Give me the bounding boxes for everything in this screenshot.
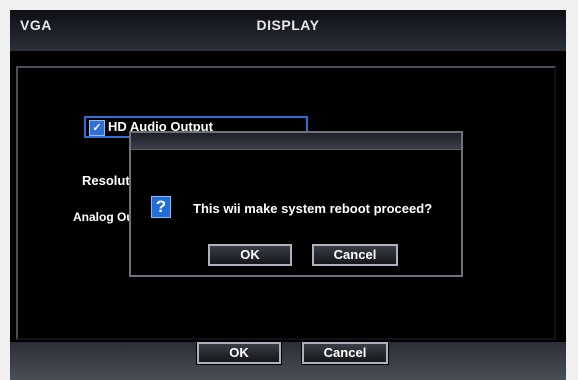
question-icon: ? bbox=[151, 196, 171, 218]
title-bar: VGA DISPLAY bbox=[10, 10, 566, 51]
footer-ok-button[interactable]: OK bbox=[196, 341, 282, 365]
dialog-cancel-button[interactable]: Cancel bbox=[311, 243, 399, 267]
footer-bar bbox=[10, 342, 566, 380]
footer-cancel-button[interactable]: Cancel bbox=[301, 341, 389, 365]
window-title: DISPLAY bbox=[256, 17, 320, 33]
hd-audio-checkbox[interactable]: ✓ bbox=[89, 120, 105, 136]
dialog-title-bar bbox=[131, 133, 461, 150]
dialog-message: This wii make system reboot proceed? bbox=[193, 201, 433, 216]
reboot-confirm-dialog: ? This wii make system reboot proceed? O… bbox=[129, 131, 463, 277]
dialog-ok-button[interactable]: OK bbox=[207, 243, 293, 267]
